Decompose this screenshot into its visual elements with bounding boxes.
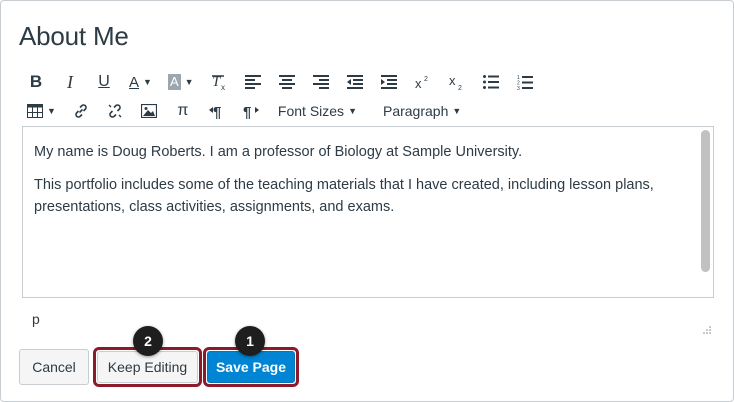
- numbered-list-icon[interactable]: 123: [512, 69, 538, 95]
- math-icon[interactable]: π: [170, 98, 196, 124]
- editor-paragraph: This portfolio includes some of the teac…: [34, 177, 654, 215]
- paragraph-dropdown[interactable]: Paragraph ▼: [379, 98, 465, 124]
- font-sizes-label: Font Sizes: [277, 103, 345, 119]
- chevron-down-icon: ▼: [452, 106, 462, 116]
- italic-icon[interactable]: I: [57, 69, 83, 95]
- cancel-button[interactable]: Cancel: [19, 349, 89, 385]
- table-icon[interactable]: ▼: [23, 98, 60, 124]
- svg-text:x: x: [415, 76, 422, 90]
- bullet-list-icon[interactable]: [478, 69, 504, 95]
- svg-text:¶: ¶: [213, 104, 221, 119]
- svg-text:3: 3: [517, 86, 520, 90]
- chevron-down-icon: ▼: [348, 106, 357, 116]
- editor-paragraph: My name is Doug Roberts. I am a professo…: [34, 144, 523, 160]
- callout-badge-2: 2: [133, 326, 163, 356]
- page-title: About Me: [19, 21, 129, 51]
- scrollbar-thumb[interactable]: [701, 130, 710, 272]
- svg-text:x: x: [221, 83, 225, 91]
- svg-text:2: 2: [458, 85, 462, 90]
- callout-badge-1: 1: [235, 326, 265, 356]
- align-right-icon[interactable]: [308, 69, 334, 95]
- highlight-color-icon[interactable]: A ▼: [164, 69, 198, 95]
- edit-page-panel: About Me B I U A ▼ A ▼ Tx x 2 x 2 1 2 3 …: [0, 0, 734, 402]
- svg-text:¶: ¶: [243, 104, 251, 119]
- rich-text-editor[interactable]: My name is Doug Roberts. I am a professo…: [22, 126, 714, 298]
- toolbar-row-1: B I U A ▼ A ▼ Tx x2 x 2 1 2 3: [23, 69, 546, 95]
- align-left-icon[interactable]: [240, 69, 266, 95]
- outdent-icon[interactable]: [342, 69, 368, 95]
- text-color-letter: A: [129, 73, 140, 91]
- font-sizes-dropdown[interactable]: Font Sizes ▼: [274, 98, 361, 124]
- indent-icon[interactable]: [376, 69, 402, 95]
- image-icon[interactable]: [136, 98, 162, 124]
- rtl-icon[interactable]: ¶: [238, 98, 264, 124]
- chevron-down-icon: ▼: [47, 106, 56, 116]
- text-color-icon[interactable]: A ▼: [125, 69, 156, 95]
- paragraph-label: Paragraph: [382, 103, 449, 119]
- ltr-icon[interactable]: ¶: [204, 98, 230, 124]
- subscript-icon[interactable]: x2: [444, 69, 470, 95]
- link-icon[interactable]: [68, 98, 94, 124]
- editor-content[interactable]: My name is Doug Roberts. I am a professo…: [34, 141, 694, 229]
- resize-grip-icon[interactable]: [701, 323, 711, 334]
- element-path: p: [32, 311, 40, 327]
- svg-text:x: x: [449, 74, 456, 88]
- svg-text:2: 2: [424, 76, 428, 83]
- chevron-down-icon: ▼: [184, 77, 194, 87]
- underline-icon[interactable]: U: [91, 69, 117, 95]
- align-center-icon[interactable]: [274, 69, 300, 95]
- highlight-letter: A: [167, 74, 181, 90]
- chevron-down-icon: ▼: [143, 77, 152, 87]
- superscript-icon[interactable]: x2: [410, 69, 436, 95]
- editor-scrollbar[interactable]: [701, 130, 710, 272]
- toolbar-row-2: ▼ π ¶ ¶ Font Sizes ▼ Paragraph ▼: [23, 98, 473, 124]
- clear-format-icon[interactable]: Tx: [206, 69, 232, 95]
- unlink-icon[interactable]: [102, 98, 128, 124]
- bold-icon[interactable]: B: [23, 69, 49, 95]
